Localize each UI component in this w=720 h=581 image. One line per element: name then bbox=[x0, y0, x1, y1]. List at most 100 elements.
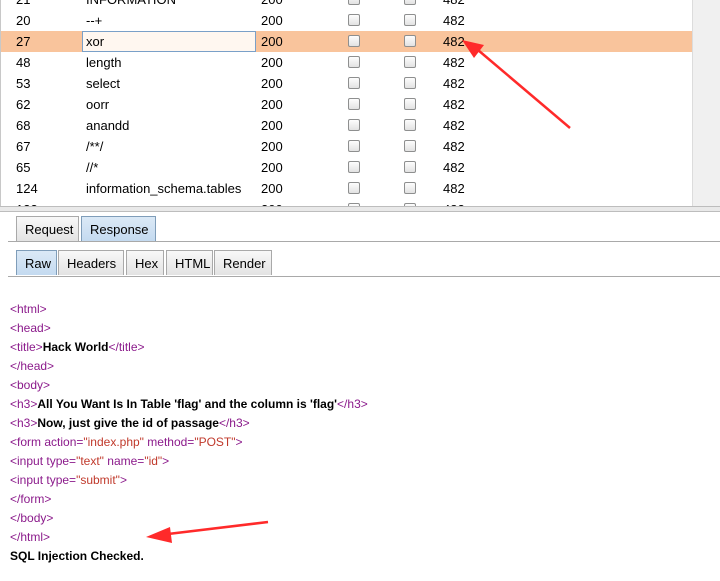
status-code: 200 bbox=[261, 0, 283, 10]
tab-hex[interactable]: Hex bbox=[126, 250, 164, 275]
table-row[interactable]: 67 /**/ 200 482 bbox=[1, 136, 693, 157]
response-token: </head> bbox=[10, 359, 55, 373]
payload: INFORMATION bbox=[86, 0, 176, 10]
response-length: 482 bbox=[443, 139, 465, 154]
response-token: </title> bbox=[108, 340, 145, 354]
response-token: name= bbox=[103, 454, 145, 468]
response-length: 482 bbox=[443, 160, 465, 175]
request-number: 133 bbox=[16, 199, 38, 206]
checkbox-icon bbox=[404, 0, 416, 5]
response-token: > bbox=[162, 454, 170, 468]
response-length: 482 bbox=[443, 97, 465, 112]
checkbox-icon bbox=[348, 161, 360, 173]
response-token: <head> bbox=[10, 321, 51, 335]
tab-request[interactable]: Request bbox=[16, 216, 79, 241]
response-token: <html> bbox=[10, 302, 47, 316]
response-token: SQL Injection Checked. bbox=[10, 549, 144, 563]
tab-headers[interactable]: Headers bbox=[58, 250, 124, 275]
burp-intruder-results-window: 21INFORMATION20048220--+20048227xor20048… bbox=[0, 0, 720, 581]
response-line: <head> bbox=[10, 319, 710, 338]
response-line: </body> bbox=[10, 509, 710, 528]
tab-html[interactable]: HTML bbox=[166, 250, 213, 275]
response-token: <h3> bbox=[10, 416, 38, 430]
status-code: 200 bbox=[261, 97, 283, 112]
payload: //* bbox=[86, 160, 99, 175]
response-length: 482 bbox=[443, 34, 465, 49]
checkbox-icon bbox=[404, 56, 416, 68]
checkbox-icon bbox=[404, 14, 416, 26]
response-length: 482 bbox=[443, 199, 465, 206]
checkbox-icon bbox=[348, 77, 360, 89]
table-row[interactable]: 21 INFORMATION 200 482 bbox=[1, 0, 693, 10]
response-token: "text" bbox=[76, 454, 104, 468]
response-line: <input type="submit"> bbox=[10, 471, 710, 490]
payload: information_schema.tables bbox=[86, 181, 242, 196]
results-table-scrollbar[interactable] bbox=[692, 0, 720, 206]
checkbox-icon bbox=[404, 35, 416, 47]
response-raw-view[interactable]: <html> <head> <title>Hack World</title> </h… bbox=[10, 300, 710, 566]
table-row[interactable]: 68 anandd 200 482 bbox=[1, 115, 693, 136]
table-row[interactable]: 27 xor 200 482 bbox=[1, 31, 693, 52]
table-row[interactable]: 62 oorr 200 482 bbox=[1, 94, 693, 115]
table-row[interactable]: 124 information_schema.tables 200 482 bbox=[1, 178, 693, 199]
response-line: <form action="index.php" method="POST"> bbox=[10, 433, 710, 452]
response-line: SQL Injection Checked. bbox=[10, 547, 710, 566]
tab-response[interactable]: Response bbox=[81, 216, 156, 241]
response-length: 482 bbox=[443, 181, 465, 196]
checkbox-icon bbox=[348, 14, 360, 26]
checkbox-icon bbox=[348, 56, 360, 68]
table-row[interactable]: 65 //* 200 482 bbox=[1, 157, 693, 178]
response-token: </h3> bbox=[337, 397, 368, 411]
response-line: </html> bbox=[10, 528, 710, 547]
checkbox-icon bbox=[348, 140, 360, 152]
response-line: <h3>Now, just give the id of passage</h3… bbox=[10, 414, 710, 433]
table-row[interactable]: 53 select 200 482 bbox=[1, 73, 693, 94]
table-row[interactable]: 48 length 200 482 bbox=[1, 52, 693, 73]
table-row[interactable]: 133 case... 200 482 bbox=[1, 199, 693, 206]
checkbox-icon bbox=[348, 119, 360, 131]
response-token: type= bbox=[46, 473, 77, 487]
checkbox-icon bbox=[404, 119, 416, 131]
request-number: 124 bbox=[16, 181, 38, 196]
pane-splitter[interactable] bbox=[0, 206, 720, 212]
status-code: 200 bbox=[261, 13, 283, 28]
response-token: </body> bbox=[10, 511, 54, 525]
selected-cell-focus bbox=[82, 31, 256, 52]
response-token: </h3> bbox=[218, 416, 250, 430]
response-token: <h3> bbox=[10, 397, 38, 411]
response-line: <input type="text" name="id"> bbox=[10, 452, 710, 471]
request-number: 27 bbox=[16, 34, 31, 49]
tab-raw[interactable]: Raw bbox=[16, 250, 57, 275]
view-tabs-divider bbox=[8, 276, 720, 277]
response-token: "index.php" bbox=[83, 435, 144, 449]
status-code: 200 bbox=[261, 55, 283, 70]
payload: /**/ bbox=[86, 139, 104, 154]
response-length: 482 bbox=[443, 55, 465, 70]
payload: --+ bbox=[86, 13, 103, 28]
response-length: 482 bbox=[443, 13, 465, 28]
table-row[interactable]: 20 --+ 200 482 bbox=[1, 10, 693, 31]
payload: select bbox=[86, 76, 120, 91]
checkbox-icon bbox=[404, 161, 416, 173]
response-token: Hack World bbox=[42, 340, 109, 354]
payload: anandd bbox=[86, 118, 130, 133]
request-number: 21 bbox=[16, 0, 30, 10]
response-token: type= bbox=[46, 454, 77, 468]
response-token: > bbox=[119, 473, 127, 487]
response-line: </head> bbox=[10, 357, 710, 376]
request-number: 62 bbox=[16, 97, 31, 112]
status-code: 200 bbox=[261, 199, 283, 206]
response-token: "POST" bbox=[194, 435, 236, 449]
status-code: 200 bbox=[261, 118, 283, 133]
checkbox-icon bbox=[348, 0, 360, 5]
results-table-body: 21INFORMATION20048220--+20048227xor20048… bbox=[1, 0, 693, 206]
status-code: 200 bbox=[261, 76, 283, 91]
checkbox-icon bbox=[404, 77, 416, 89]
response-line: <h3>All You Want Is In Table 'flag' and … bbox=[10, 395, 710, 414]
payload: case... bbox=[86, 199, 124, 206]
tab-render[interactable]: Render bbox=[214, 250, 272, 275]
response-token: All You Want Is In Table 'flag' and the … bbox=[37, 397, 338, 411]
response-length: 482 bbox=[443, 118, 465, 133]
response-token: <title> bbox=[10, 340, 43, 354]
response-length: 482 bbox=[443, 0, 465, 10]
